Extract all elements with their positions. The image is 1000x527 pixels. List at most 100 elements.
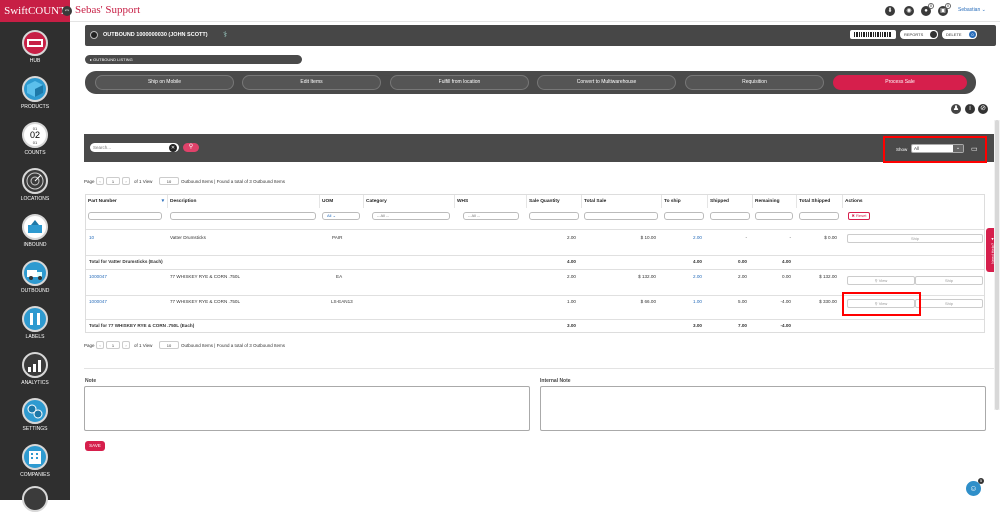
info-icon[interactable]: i <box>965 104 975 114</box>
sidebar-item-analytics[interactable]: ANALYTICS <box>0 348 70 393</box>
sidebar-item-products[interactable]: PRODUCTS <box>0 72 70 117</box>
search-button[interactable]: ⚲ <box>183 143 199 152</box>
process-sale-button[interactable]: Process Sale <box>833 75 967 90</box>
filter-category[interactable]: -- All -- <box>372 212 450 220</box>
total-shipped-qty: 0.00 <box>738 259 747 264</box>
internal-note-textarea[interactable] <box>540 386 986 431</box>
col-actions: Actions <box>845 199 863 204</box>
total-quantity: 3.00 <box>567 323 576 328</box>
ship-button[interactable]: Ship <box>847 234 983 243</box>
sidebar-item-hub[interactable]: HUB <box>0 26 70 71</box>
scrollbar[interactable] <box>994 120 1000 410</box>
convert-to-multiwarehouse-button[interactable]: Convert to Multiwarehouse <box>537 75 676 90</box>
col-whs[interactable]: WHS <box>455 195 527 208</box>
link-icon[interactable]: ⊘ <box>978 104 988 114</box>
page-title: OUTBOUND 1000000030 (JOHN SCOTT) <box>103 32 208 38</box>
ship-button[interactable]: Ship <box>915 276 983 285</box>
internal-note-label: Internal Note <box>540 378 571 384</box>
page-label: Page <box>84 179 95 184</box>
note-textarea[interactable] <box>84 386 530 431</box>
to-ship-link[interactable]: 2.00 <box>693 274 702 279</box>
remaining: 0.00 <box>782 274 791 279</box>
filter-remaining[interactable] <box>755 212 793 220</box>
filter-whs[interactable]: -- All -- <box>463 212 519 220</box>
table-row: 1000047 77 WHISKEY RYE & CORN .750L EA 2… <box>86 269 984 287</box>
reset-filters-button[interactable]: ✖ Reset <box>848 212 870 220</box>
col-total-shipped[interactable]: Total Shipped <box>797 195 843 208</box>
sidebar-label: LABELS <box>25 334 45 340</box>
page-of-label: of 1 View <box>134 179 153 184</box>
show-select[interactable]: All ⌄ <box>911 144 964 153</box>
col-description[interactable]: Description <box>168 195 320 208</box>
ship-on-mobile-button[interactable]: Ship on Mobile <box>95 75 234 90</box>
filter-to-ship[interactable] <box>664 212 704 220</box>
filter-sale-quantity[interactable] <box>529 212 579 220</box>
export-icon[interactable]: ▭ <box>971 145 978 153</box>
sidebar-item-counts[interactable]: 01 02 01 COUNTS <box>0 118 70 163</box>
barcode-button[interactable] <box>850 30 896 39</box>
to-ship-link[interactable]: 2.00 <box>693 235 702 240</box>
ship-button[interactable]: Ship <box>915 299 983 308</box>
col-total-sale[interactable]: Total Sale <box>582 195 662 208</box>
prev-page-button[interactable]: ‹ <box>96 341 104 349</box>
shield-icon[interactable]: ⚕ <box>223 30 227 39</box>
truck-icon <box>22 260 48 286</box>
page-size-select[interactable]: 10 <box>159 177 179 185</box>
col-shipped[interactable]: Shipped <box>708 195 753 208</box>
part-number-link[interactable]: 1000047 <box>89 299 107 304</box>
prev-page-button[interactable]: ‹ <box>96 177 104 185</box>
uom: PAIR <box>332 235 343 240</box>
part-number-link[interactable]: 1000047 <box>89 274 107 279</box>
support-chat-icon[interactable]: ☺ 5 <box>966 478 984 496</box>
search-bar: ✕ ⚲ <box>84 134 996 162</box>
download-icon[interactable]: ⬇ <box>885 6 895 16</box>
page-number-input[interactable]: 1 <box>106 341 120 349</box>
sidebar-item-labels[interactable]: LABELS <box>0 302 70 347</box>
search-input[interactable] <box>90 143 179 152</box>
sidebar-item-inbound[interactable]: INBOUND <box>0 210 70 255</box>
switch-icon[interactable]: ⇔ <box>62 6 72 16</box>
filter-part-number[interactable] <box>88 212 162 220</box>
filter-shipped[interactable] <box>710 212 750 220</box>
col-category[interactable]: Category <box>364 195 455 208</box>
col-part-number[interactable]: Part Number ▾ <box>86 195 168 208</box>
globe-icon[interactable]: ◉ <box>904 6 914 16</box>
sidebar-item-more[interactable] <box>0 482 70 527</box>
delete-button[interactable]: DELETE 0 <box>942 30 977 39</box>
total-remaining: -4.00 <box>780 323 791 328</box>
requisition-button[interactable]: Requisition <box>685 75 824 90</box>
next-page-button[interactable]: › <box>122 177 130 185</box>
save-button[interactable]: SAVE <box>85 441 105 451</box>
col-remaining[interactable]: Remaining <box>753 195 797 208</box>
inbound-icon <box>22 214 48 240</box>
clear-icon[interactable]: ✕ <box>169 144 177 152</box>
clipboard-icon[interactable]: ▣ 0 <box>938 3 951 16</box>
scrollbar-thumb[interactable] <box>995 120 999 410</box>
sidebar-item-outbound[interactable]: OUTBOUND <box>0 256 70 301</box>
sidebar-item-companies[interactable]: COMPANIES <box>0 440 70 485</box>
fulfill-from-location-button[interactable]: Fulfill from location <box>390 75 529 90</box>
brand-logo[interactable]: SwiftCOUNT <box>0 0 70 22</box>
view-button[interactable]: ⚲ View <box>847 276 915 285</box>
page-number-input[interactable]: 1 <box>106 177 120 185</box>
filter-description[interactable] <box>170 212 316 220</box>
next-page-button[interactable]: › <box>122 341 130 349</box>
part-number-link[interactable]: 10 <box>89 235 94 240</box>
page-size-select[interactable]: 10 <box>159 341 179 349</box>
filter-total-sale[interactable] <box>584 212 658 220</box>
col-sale-quantity[interactable]: Sale Quantity <box>527 195 582 208</box>
filter-total-shipped[interactable] <box>799 212 839 220</box>
sidebar-item-settings[interactable]: SETTINGS <box>0 394 70 439</box>
bell-icon[interactable]: ● 0 <box>921 3 934 16</box>
sidebar-item-locations[interactable]: LOCATIONS <box>0 164 70 209</box>
col-uom[interactable]: UOM <box>320 195 364 208</box>
to-ship-link[interactable]: 1.00 <box>693 299 702 304</box>
outbound-listing-link[interactable]: ▸ OUTBOUND LISTING <box>85 55 302 64</box>
filter-uom[interactable]: All ⌄ <box>322 212 360 220</box>
total-quantity: 4.00 <box>567 259 576 264</box>
user-menu[interactable]: Sebastian ⌄ <box>958 7 986 13</box>
edit-items-button[interactable]: Edit Items <box>242 75 381 90</box>
col-to-ship[interactable]: To ship <box>662 195 708 208</box>
user-add-icon[interactable]: ♟ <box>951 104 961 114</box>
reports-button[interactable]: REPORTS <box>900 30 938 39</box>
